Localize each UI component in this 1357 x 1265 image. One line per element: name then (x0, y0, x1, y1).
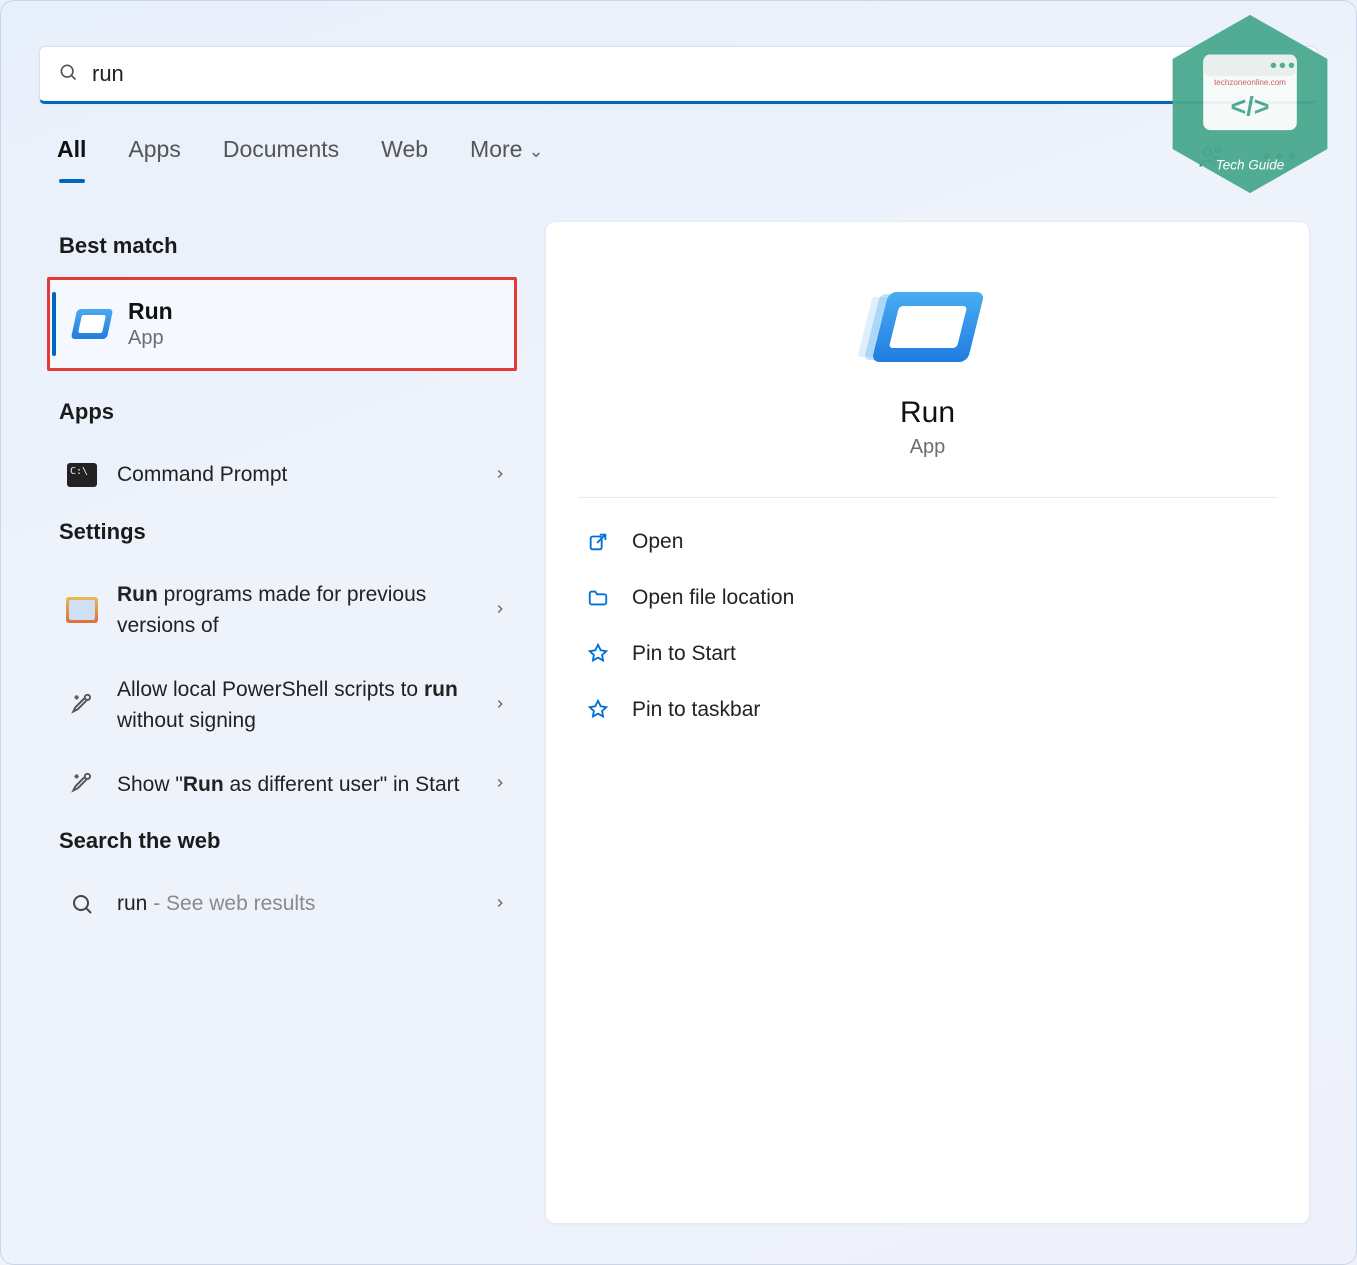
best-match-title: Run (128, 298, 173, 325)
chevron-right-icon (493, 463, 507, 487)
search-icon (65, 889, 99, 919)
result-label: Run programs made for previous versions … (117, 579, 475, 642)
action-label: Pin to taskbar (632, 698, 760, 722)
divider (578, 497, 1277, 498)
result-setting-runas[interactable]: Show "Run as different user" in Start (47, 753, 517, 817)
action-label: Pin to Start (632, 642, 736, 666)
run-app-icon (71, 309, 113, 339)
open-icon (586, 530, 610, 554)
tab-more-label: More (470, 136, 522, 162)
result-command-prompt[interactable]: Command Prompt (47, 443, 517, 507)
folder-icon (586, 586, 610, 610)
best-match-heading: Best match (59, 233, 517, 259)
preview-title: Run (900, 396, 955, 430)
chevron-right-icon (493, 598, 507, 622)
tab-more[interactable]: More ⌄ (470, 136, 544, 177)
action-open[interactable]: Open (578, 518, 1277, 566)
tab-apps[interactable]: Apps (128, 136, 180, 177)
action-label: Open file location (632, 586, 794, 610)
chevron-right-icon (493, 693, 507, 717)
best-match-subtitle: App (128, 327, 173, 350)
apps-heading: Apps (59, 399, 517, 425)
tools-icon (65, 769, 99, 799)
action-pin-taskbar[interactable]: Pin to taskbar (578, 686, 1277, 734)
chevron-right-icon (493, 772, 507, 796)
search-bar[interactable] (39, 46, 1318, 104)
pin-icon (586, 698, 610, 722)
command-prompt-icon (67, 463, 97, 487)
preview-subtitle: App (910, 436, 946, 459)
results-column: Best match Run App Apps Command Prompt S… (47, 221, 517, 1224)
tools-icon (65, 690, 99, 720)
action-pin-start[interactable]: Pin to Start (578, 630, 1277, 678)
best-match-result[interactable]: Run App (47, 277, 517, 371)
search-icon (58, 62, 78, 87)
more-options-icon[interactable]: ••• (1263, 143, 1300, 171)
result-setting-powershell[interactable]: Allow local PowerShell scripts to run wi… (47, 658, 517, 753)
account-icon[interactable] (1197, 143, 1225, 171)
result-setting-compat[interactable]: Run programs made for previous versions … (47, 563, 517, 658)
result-web-search[interactable]: run - See web results (47, 872, 517, 936)
action-open-location[interactable]: Open file location (578, 574, 1277, 622)
tab-web[interactable]: Web (381, 136, 428, 177)
web-heading: Search the web (59, 828, 517, 854)
run-app-icon-large (871, 292, 984, 362)
compatibility-icon (66, 597, 98, 623)
tab-documents[interactable]: Documents (223, 136, 339, 177)
chevron-right-icon (493, 892, 507, 916)
tab-all[interactable]: All (57, 136, 86, 177)
filter-tabs: All Apps Documents Web More ⌄ ••• (57, 136, 1300, 177)
result-label: Show "Run as different user" in Start (117, 769, 475, 801)
search-input[interactable] (92, 61, 1299, 87)
pin-icon (586, 642, 610, 666)
settings-heading: Settings (59, 519, 517, 545)
result-label: Allow local PowerShell scripts to run wi… (117, 674, 475, 737)
result-label: Command Prompt (117, 459, 475, 491)
action-label: Open (632, 530, 683, 554)
result-label: run - See web results (117, 888, 475, 920)
chevron-down-icon: ⌄ (528, 141, 543, 161)
preview-panel: Run App Open Open file location Pin to S (545, 221, 1310, 1224)
